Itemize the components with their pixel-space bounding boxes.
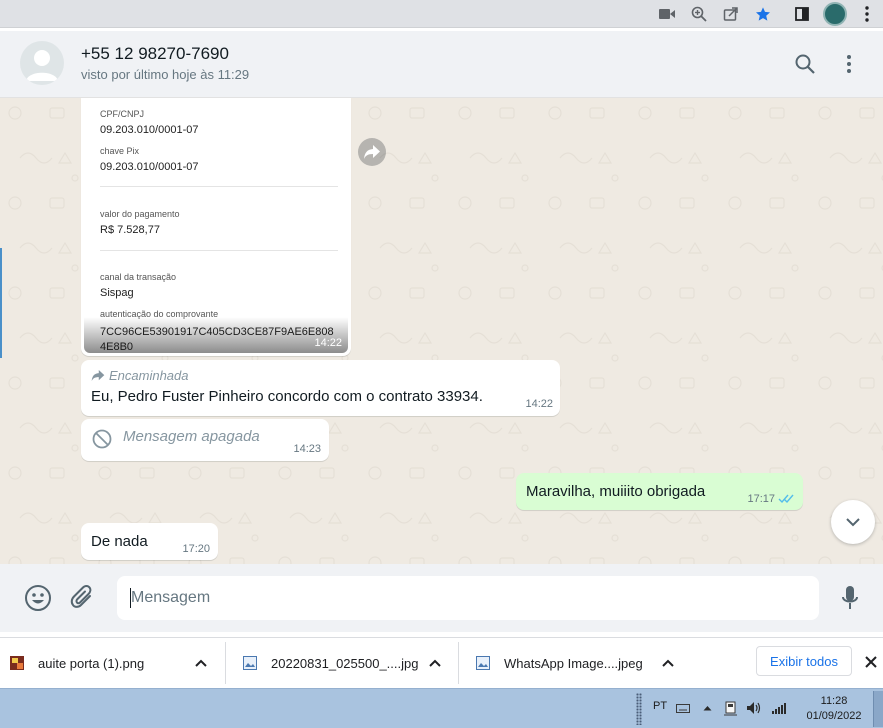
menu-icon[interactable] [836, 51, 862, 77]
more-icon[interactable] [856, 3, 878, 25]
receipt-label-cpf: CPF/CNPJ [100, 109, 145, 119]
show-desktop-button[interactable] [873, 691, 883, 727]
network-share-icon[interactable] [722, 700, 738, 716]
receipt-divider [100, 186, 338, 187]
emoji-icon[interactable] [23, 583, 53, 613]
browser-toolbar [0, 0, 883, 28]
contact-name[interactable]: +55 12 98270-7690 [81, 44, 229, 64]
search-icon[interactable] [792, 51, 818, 77]
os-taskbar: PT 11:28 01/09/2022 [0, 688, 883, 728]
close-icon[interactable] [861, 652, 881, 672]
message-text: De nada [91, 533, 148, 550]
forwarded-message[interactable]: Encaminhada Eu, Pedro Fuster Pinheiro co… [81, 360, 560, 416]
image-file-icon [10, 656, 24, 670]
deleted-message[interactable]: Mensagem apagada 14:23 [81, 419, 329, 461]
zoom-icon[interactable] [688, 3, 710, 25]
receipt-value-amount: R$ 7.528,77 [100, 224, 160, 236]
message-time: 17:20 [182, 543, 210, 555]
chevron-down-icon [846, 518, 860, 527]
chat-header: +55 12 98270-7690 visto por último hoje … [0, 31, 883, 98]
downloads-bar: auite porta (1).png 20220831_025500_....… [0, 637, 883, 687]
message-time: 14:22 [525, 398, 553, 410]
tray-expand-icon[interactable] [699, 700, 715, 716]
receipt-divider [100, 250, 338, 251]
message-time: 17:17 [747, 493, 775, 505]
receipt-value-pix: 09.203.010/0001-07 [100, 161, 199, 173]
chevron-up-icon[interactable] [660, 655, 676, 671]
image-file-icon [243, 656, 257, 670]
receipt-value-cpf: 09.203.010/0001-07 [100, 124, 199, 136]
video-camera-icon[interactable] [656, 3, 678, 25]
chevron-up-icon[interactable] [427, 655, 443, 671]
download-item[interactable]: 20220831_025500_....jpg [243, 638, 418, 688]
download-item[interactable]: auite porta (1).png [10, 638, 144, 688]
contact-avatar[interactable] [20, 41, 64, 85]
forwarded-label: Encaminhada [109, 368, 189, 383]
blocked-icon [92, 429, 112, 449]
scroll-accent [0, 248, 2, 358]
compose-bar [0, 564, 883, 632]
receipt-value-channel: Sispag [100, 287, 134, 299]
message-list[interactable]: CPF/CNPJ 09.203.010/0001-07 chave Pix 09… [0, 98, 883, 564]
message-time: 14:22 [314, 337, 342, 349]
bookmark-star-icon[interactable] [752, 3, 774, 25]
download-filename: 20220831_025500_....jpg [271, 655, 419, 671]
clock-date: 01/09/2022 [806, 710, 862, 722]
receipt-auth-code: 7CC96CE53901917C405CD3CE87F9AE6E808 4E8B… [100, 326, 334, 353]
download-filename: WhatsApp Image....jpeg [504, 655, 643, 671]
signal-icon[interactable] [771, 700, 787, 716]
receipt-label-amount: valor do pagamento [100, 209, 180, 219]
language-indicator[interactable]: PT [653, 700, 667, 712]
download-separator [225, 642, 226, 684]
image-message[interactable]: CPF/CNPJ 09.203.010/0001-07 chave Pix 09… [81, 98, 351, 356]
last-seen-status: visto por último hoje às 11:29 [81, 67, 250, 82]
message-text: Eu, Pedro Fuster Pinheiro concordo com o… [91, 388, 483, 405]
forwarded-arrow-icon [91, 370, 105, 381]
payment-receipt-image[interactable]: CPF/CNPJ 09.203.010/0001-07 chave Pix 09… [84, 101, 348, 353]
image-file-icon [476, 656, 490, 670]
incoming-message[interactable]: De nada 17:20 [81, 523, 218, 560]
share-icon[interactable] [720, 3, 742, 25]
outgoing-message[interactable]: Maravilha, muiiito obrigada 17:17 [516, 473, 803, 510]
receipt-label-pix: chave Pix [100, 146, 140, 156]
volume-icon[interactable] [746, 700, 762, 716]
clock-time: 11:28 [820, 695, 848, 707]
forward-button[interactable] [358, 138, 386, 166]
download-filename: auite porta (1).png [38, 655, 145, 671]
show-all-downloads-button[interactable]: Exibir todos [756, 646, 852, 676]
attach-icon[interactable] [68, 583, 98, 613]
message-time: 14:23 [293, 443, 321, 455]
keyboard-icon[interactable] [675, 700, 691, 716]
profile-avatar[interactable] [823, 2, 847, 26]
default-avatar-icon [26, 50, 58, 81]
deleted-message-text: Mensagem apagada [123, 428, 260, 445]
receipt-label-channel: canal da transação [100, 272, 177, 282]
read-receipt-icon [778, 494, 794, 504]
download-separator [458, 642, 459, 684]
sidebar-icon[interactable] [791, 3, 813, 25]
system-clock[interactable]: 11:28 01/09/2022 [803, 694, 865, 724]
chevron-up-icon[interactable] [193, 655, 209, 671]
message-text: Maravilha, muiiito obrigada [526, 483, 706, 500]
message-input[interactable] [117, 576, 819, 620]
forward-arrow-icon [364, 145, 380, 159]
microphone-icon[interactable] [835, 583, 865, 613]
forwarded-indicator: Encaminhada [91, 368, 189, 383]
taskbar-grip[interactable] [636, 693, 642, 725]
scroll-to-bottom-button[interactable] [831, 500, 875, 544]
text-caret [130, 588, 131, 608]
download-item[interactable]: WhatsApp Image....jpeg [476, 638, 643, 688]
